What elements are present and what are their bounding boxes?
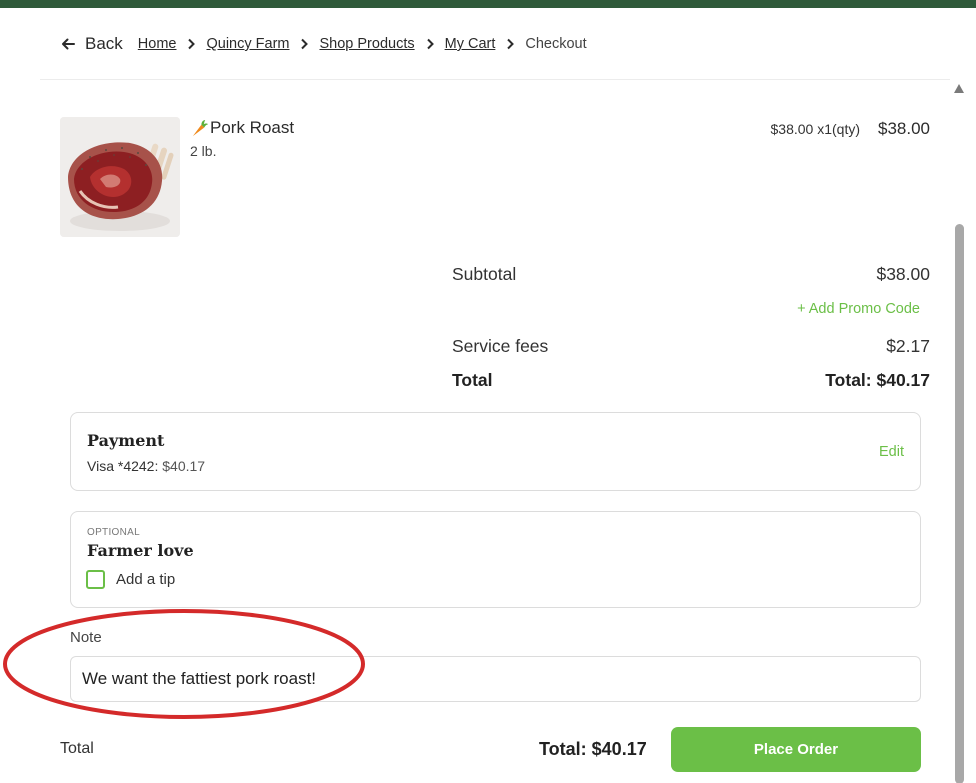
footer-total-value: Total: $40.17 — [539, 739, 647, 759]
chevron-right-icon — [187, 38, 196, 50]
page-scrollbar[interactable] — [952, 84, 966, 783]
product-weight: 2 lb. — [190, 143, 217, 159]
subtotal-label: Subtotal — [452, 264, 517, 284]
tip-title: Farmer love — [87, 541, 194, 560]
breadcrumb-home[interactable]: Home — [138, 36, 177, 52]
top-header-bar — [0, 0, 976, 8]
payment-card: Payment Visa *4242: $40.17 Edit — [70, 412, 921, 491]
product-price: $38.00 — [878, 119, 930, 138]
product-title: Pork Roast — [190, 118, 294, 138]
payment-title: Payment — [87, 431, 165, 450]
product-price-detail: $38.00 x1(qty) — [770, 121, 861, 137]
arrow-left-icon — [62, 38, 75, 50]
product-name: Pork Roast — [210, 118, 295, 137]
breadcrumb-current: Checkout — [525, 36, 587, 52]
total-value: Total: $40.17 — [825, 370, 930, 390]
payment-card-number: Visa *4242: — [87, 458, 159, 474]
note-input[interactable] — [70, 656, 921, 702]
place-order-button[interactable]: Place Order — [671, 727, 921, 772]
service-fees-label: Service fees — [452, 336, 549, 356]
footer-total-label: Total — [60, 740, 94, 757]
chevron-right-icon — [300, 38, 309, 50]
breadcrumb-shop-products[interactable]: Shop Products — [319, 36, 414, 52]
back-label: Back — [85, 34, 123, 53]
payment-method: Visa *4242: $40.17 — [87, 458, 205, 474]
add-promo-code-link[interactable]: + Add Promo Code — [797, 301, 920, 317]
service-fees-value: $2.17 — [886, 336, 930, 356]
edit-payment-link[interactable]: Edit — [879, 444, 904, 460]
header-divider — [40, 79, 950, 80]
breadcrumb-my-cart[interactable]: My Cart — [445, 36, 496, 52]
back-button[interactable]: Back — [60, 34, 123, 54]
add-tip-checkbox[interactable] — [86, 570, 105, 589]
subtotal-value: $38.00 — [876, 264, 930, 284]
product-image — [60, 117, 180, 237]
scroll-up-arrow-icon[interactable] — [954, 84, 964, 93]
add-tip-label: Add a tip — [116, 571, 176, 588]
add-tip-option[interactable]: Add a tip — [86, 570, 175, 589]
tip-card: OPTIONAL Farmer love Add a tip — [70, 511, 921, 608]
scrollbar-thumb[interactable] — [955, 224, 964, 783]
carrot-icon — [192, 119, 209, 136]
chevron-right-icon — [426, 38, 434, 50]
note-label: Note — [70, 629, 102, 646]
optional-label: OPTIONAL — [87, 527, 140, 538]
chevron-right-icon — [506, 38, 515, 50]
total-label: Total — [452, 370, 493, 390]
payment-amount: $40.17 — [162, 458, 206, 474]
navigation-bar: Back Home Quincy Farm Shop Products My C… — [60, 30, 587, 58]
breadcrumb-farm[interactable]: Quincy Farm — [206, 36, 289, 52]
breadcrumb: Home Quincy Farm Shop Products My Cart C… — [138, 36, 587, 52]
